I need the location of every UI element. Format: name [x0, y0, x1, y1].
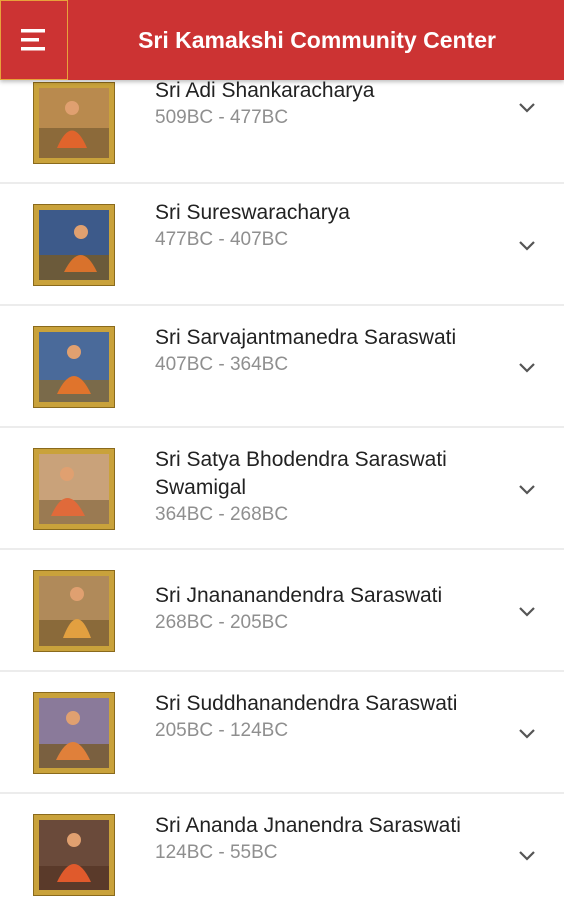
acharya-portrait-image: [33, 814, 115, 896]
acharya-name: Sri Sureswaracharya: [155, 201, 350, 224]
app-title: Sri Kamakshi Community Center: [138, 27, 496, 53]
chevron-down-icon[interactable]: [517, 728, 537, 740]
chevron-down-icon[interactable]: [517, 240, 537, 252]
menu-button[interactable]: [0, 0, 68, 80]
acharya-portrait-image: [33, 448, 115, 530]
acharya-name: Sri Adi Shankaracharya: [155, 80, 375, 102]
chevron-down-icon[interactable]: [517, 102, 537, 114]
acharya-name: Sri Jnananandendra Saraswati: [155, 584, 443, 607]
acharya-name: Sri Suddhanandendra Saraswati: [155, 692, 458, 715]
acharya-dates: 124BC - 55BC: [155, 842, 278, 863]
acharya-dates: 509BC - 477BC: [155, 107, 289, 128]
acharya-dates: 205BC - 124BC: [155, 720, 289, 741]
chevron-down-icon[interactable]: [517, 362, 537, 374]
list-item[interactable]: Sri Jnananandendra Saraswati 268BC - 205…: [0, 550, 564, 672]
acharya-dates: 407BC - 364BC: [155, 354, 289, 375]
acharya-portrait-image: [33, 204, 115, 286]
acharya-dates: 364BC - 268BC: [155, 504, 289, 525]
acharya-portrait-image: [33, 326, 115, 408]
chevron-down-icon[interactable]: [517, 850, 537, 862]
list-item[interactable]: Sri Ananda Jnanendra Saraswati 124BC - 5…: [0, 794, 564, 900]
acharya-name: Sri Ananda Jnanendra Saraswati: [155, 814, 461, 837]
list-item[interactable]: Sri Adi Shankaracharya 509BC - 477BC: [0, 80, 564, 184]
chevron-down-icon[interactable]: [517, 484, 537, 496]
chevron-down-icon[interactable]: [517, 606, 537, 618]
hamburger-menu-icon: [21, 29, 45, 51]
acharya-dates: 268BC - 205BC: [155, 612, 289, 633]
list-item[interactable]: Sri Sarvajantmanedra Saraswati 407BC - 3…: [0, 306, 564, 428]
acharya-list: Sri Adi Shankaracharya 509BC - 477BC Sri…: [0, 80, 564, 900]
acharya-dates: 477BC - 407BC: [155, 229, 289, 250]
list-item[interactable]: Sri Satya Bhodendra Saraswati Swamigal 3…: [0, 428, 564, 550]
acharya-portrait-image: [33, 570, 115, 652]
app-bar: Sri Kamakshi Community Center: [0, 0, 564, 80]
acharya-portrait-image: [33, 82, 115, 164]
list-item[interactable]: Sri Suddhanandendra Saraswati 205BC - 12…: [0, 672, 564, 794]
acharya-portrait-image: [33, 692, 115, 774]
acharya-name: Sri Sarvajantmanedra Saraswati: [155, 326, 457, 349]
acharya-name: Sri Satya Bhodendra Saraswati Swamigal: [155, 448, 447, 499]
list-item[interactable]: Sri Sureswaracharya 477BC - 407BC: [0, 184, 564, 306]
